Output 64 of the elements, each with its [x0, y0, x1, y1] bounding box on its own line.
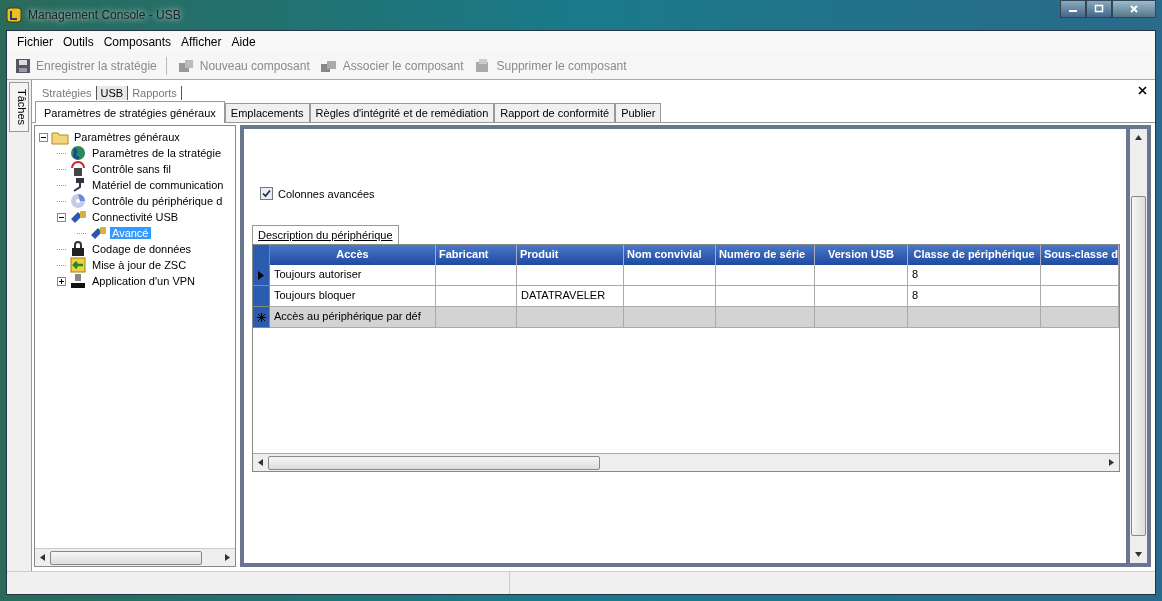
table-cell: Toujours bloquer — [270, 286, 436, 307]
window-title: Management Console - USB — [28, 8, 181, 22]
menu-item[interactable]: Afficher — [177, 33, 226, 51]
tree-item[interactable]: Application d'un VPN — [90, 275, 197, 287]
expander-icon[interactable] — [57, 276, 66, 286]
vertical-scrollbar[interactable] — [1130, 129, 1147, 563]
tree-item[interactable]: Paramètres de la stratégie — [90, 147, 223, 159]
app-logo-icon — [6, 7, 22, 23]
checkbox-label: Colonnes avancées — [278, 187, 375, 200]
close-icon — [1129, 4, 1139, 14]
tree-item[interactable]: Mise à jour de ZSC — [90, 259, 189, 271]
table-cell: DATATRAVELER — [517, 286, 624, 307]
expander-icon[interactable] — [57, 212, 66, 222]
horizontal-scrollbar[interactable] — [35, 548, 235, 566]
close-button[interactable] — [1112, 0, 1156, 18]
table-cell: Accès au périphérique par déf — [270, 307, 436, 328]
grid-tab[interactable]: Description du périphérique — [252, 225, 399, 244]
tree-item[interactable]: Codage de données — [90, 243, 194, 255]
usb-drive-icon — [69, 209, 87, 225]
menu-item[interactable]: Aide — [227, 33, 260, 51]
minimize-button[interactable] — [1060, 0, 1086, 18]
horizontal-scrollbar[interactable] — [253, 453, 1119, 471]
tree-item[interactable]: Contrôle du périphérique d — [90, 195, 225, 207]
maximize-button[interactable] — [1086, 0, 1112, 18]
side-tab[interactable]: Tâches — [9, 82, 29, 133]
boxes-icon — [176, 58, 195, 74]
arrow-icon — [69, 257, 87, 273]
right-arrow-icon[interactable] — [225, 554, 230, 561]
usb-drive-icon — [89, 225, 107, 241]
expander-icon[interactable] — [39, 132, 48, 142]
tree-item[interactable]: Connectivité USB — [90, 211, 181, 223]
tree-item[interactable]: Contrôle sans fil — [90, 163, 173, 175]
document-tab[interactable]: Rapports — [128, 86, 182, 100]
down-arrow-icon[interactable] — [1135, 552, 1142, 557]
tree-item[interactable]: Paramètres généraux — [72, 131, 182, 143]
right-arrow-icon[interactable] — [1109, 459, 1114, 466]
menu-item[interactable]: Outils — [59, 33, 98, 51]
tab[interactable]: Publier — [615, 103, 662, 122]
document-tab[interactable]: USB — [96, 86, 129, 100]
table-cell: 8 — [908, 265, 1041, 286]
checkbox[interactable] — [260, 187, 273, 200]
row-pointer-icon — [258, 270, 264, 280]
globe-icon — [69, 145, 87, 161]
asterisk-icon — [256, 312, 266, 322]
tree-item[interactable]: Matériel de communication — [90, 179, 226, 191]
boxes-icon — [319, 58, 338, 74]
maximize-icon — [1094, 4, 1104, 14]
table-cell: 8 — [908, 286, 1041, 307]
tab[interactable]: Paramètres de stratégies généraux — [35, 101, 225, 123]
menu-item[interactable]: Composants — [99, 33, 176, 51]
table-cell: Toujours autoriser — [270, 265, 436, 286]
tab[interactable]: Emplacements — [224, 103, 310, 122]
close-icon[interactable] — [1138, 85, 1147, 95]
row-header[interactable] — [253, 265, 270, 286]
left-arrow-icon[interactable] — [40, 554, 45, 561]
disc-icon — [69, 193, 87, 209]
up-arrow-icon[interactable] — [1135, 135, 1142, 140]
tab[interactable]: Rapport de conformité — [494, 103, 616, 122]
menu-item[interactable]: Fichier — [13, 33, 57, 51]
left-arrow-icon[interactable] — [258, 459, 263, 466]
row-header[interactable] — [253, 307, 270, 328]
folder-icon — [51, 129, 69, 145]
tab[interactable]: Règles d'intégrité et de remédiation — [309, 103, 495, 122]
document-tab[interactable]: Stratégies — [38, 86, 97, 100]
